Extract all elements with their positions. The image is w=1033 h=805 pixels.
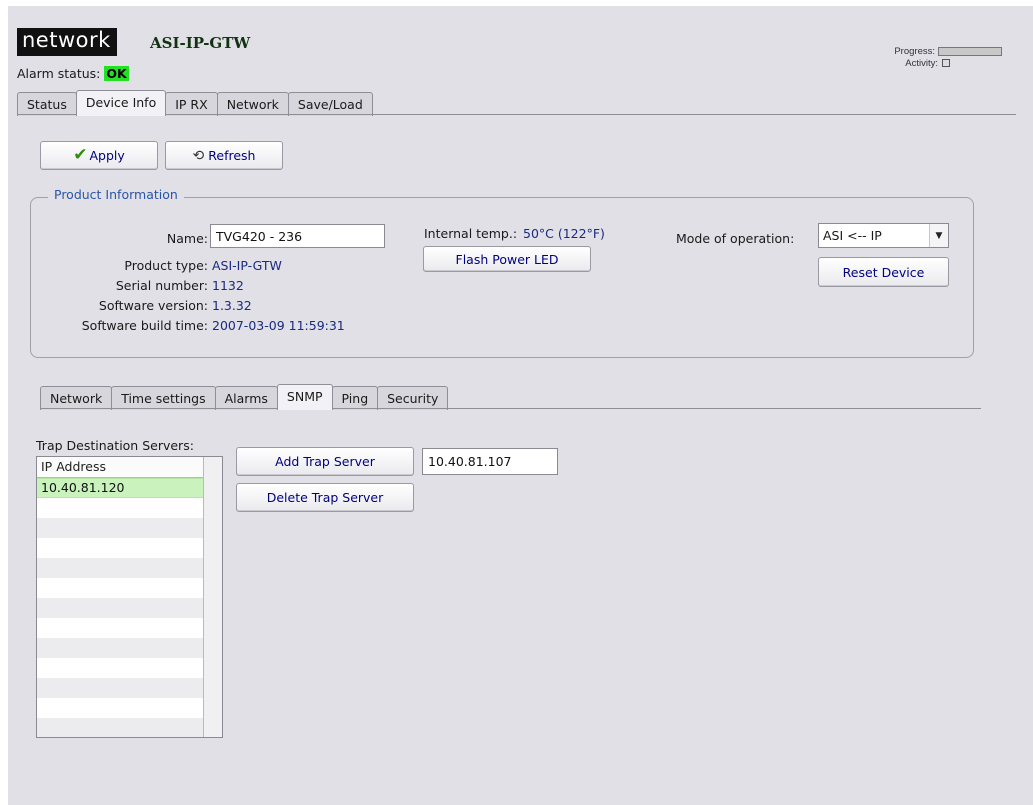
serial-number-label: Serial number: xyxy=(115,278,208,293)
list-item-empty xyxy=(37,558,222,578)
status-indicators: Progress: Activity: xyxy=(894,46,1002,70)
sub-tab-divider xyxy=(40,408,981,409)
serial-number-value: 1132 xyxy=(212,278,244,293)
add-trap-server-button[interactable]: Add Trap Server xyxy=(236,447,414,476)
progress-bar xyxy=(938,46,1002,56)
software-build-time-label: Software build time: xyxy=(81,318,208,333)
mode-of-operation-label: Mode of operation: xyxy=(676,231,795,246)
list-item-empty xyxy=(37,678,222,698)
apply-button-label: Apply xyxy=(89,148,125,163)
mode-of-operation-select[interactable]: ASI <-- IP ▼ xyxy=(818,223,949,248)
progress-label: Progress: xyxy=(894,46,935,57)
tab-save-load[interactable]: Save/Load xyxy=(287,92,373,116)
list-item-empty xyxy=(37,518,222,538)
list-item-empty xyxy=(37,578,222,598)
apply-button[interactable]: ✔ Apply xyxy=(40,141,158,170)
alarm-status-badge: OK xyxy=(104,66,129,81)
alarm-status-label: Alarm status: xyxy=(17,66,101,81)
subtab-alarms[interactable]: Alarms xyxy=(214,386,278,410)
list-item-empty xyxy=(37,658,222,678)
list-item-empty xyxy=(37,598,222,618)
chevron-down-icon[interactable]: ▼ xyxy=(929,224,948,247)
activity-label: Activity: xyxy=(905,58,938,69)
alarm-status: Alarm status: OK xyxy=(17,66,129,81)
list-item-empty xyxy=(37,638,222,658)
refresh-icon: ⟲ xyxy=(192,147,205,164)
checkmark-icon: ✔ xyxy=(73,145,88,165)
subtab-security[interactable]: Security xyxy=(377,386,449,410)
trap-destination-servers-label: Trap Destination Servers: xyxy=(36,438,194,453)
product-type-value: ASI-IP-GTW xyxy=(212,258,282,273)
software-version-value: 1.3.32 xyxy=(212,298,252,313)
subtab-time-settings[interactable]: Time settings xyxy=(111,386,216,410)
software-build-time-value: 2007-03-09 11:59:31 xyxy=(212,318,345,333)
tab-network[interactable]: Network xyxy=(216,92,289,116)
refresh-button-label: Refresh xyxy=(208,148,256,163)
flash-power-led-button[interactable]: Flash Power LED xyxy=(423,246,591,272)
ip-address-column-header[interactable]: IP Address xyxy=(37,457,222,478)
internal-temp-label: Internal temp.: xyxy=(424,226,518,241)
list-item-empty xyxy=(37,538,222,558)
product-type-label: Product type: xyxy=(124,258,208,273)
mode-of-operation-value: ASI <-- IP xyxy=(823,228,882,243)
subtab-ping[interactable]: Ping xyxy=(331,386,379,410)
delete-trap-server-button[interactable]: Delete Trap Server xyxy=(236,483,414,512)
sub-tab-bar: Network Time settings Alarms SNMP Ping S… xyxy=(40,384,449,410)
tab-ip-rx[interactable]: IP RX xyxy=(165,92,218,116)
name-input[interactable]: TVG420 - 236 xyxy=(210,224,385,248)
tab-device-info[interactable]: Device Info xyxy=(75,90,167,116)
network-logo: network xyxy=(17,28,117,56)
main-tab-bar: Status Device Info IP RX Network Save/Lo… xyxy=(17,90,373,116)
subtab-network[interactable]: Network xyxy=(40,386,113,410)
list-item-empty xyxy=(37,718,222,737)
list-item-empty xyxy=(37,618,222,638)
trap-server-list[interactable]: IP Address 10.40.81.120 xyxy=(36,456,223,738)
main-tab-divider xyxy=(17,114,1016,115)
software-version-label: Software version: xyxy=(98,298,208,313)
name-label: Name: xyxy=(166,231,208,246)
list-item-empty xyxy=(37,498,222,518)
activity-indicator xyxy=(942,59,950,68)
refresh-button[interactable]: ⟲ Refresh xyxy=(165,141,283,170)
list-scrollbar[interactable] xyxy=(203,457,222,737)
device-name: ASI-IP-GTW xyxy=(150,34,251,52)
internal-temp-value: 50°C (122°F) xyxy=(523,226,605,241)
product-information-legend: Product Information xyxy=(48,187,184,202)
subtab-snmp[interactable]: SNMP xyxy=(276,384,333,410)
reset-device-button[interactable]: Reset Device xyxy=(818,257,949,287)
trap-server-ip-input[interactable]: 10.40.81.107 xyxy=(422,448,558,475)
list-item-empty xyxy=(37,698,222,718)
list-item[interactable]: 10.40.81.120 xyxy=(37,478,222,498)
tab-status[interactable]: Status xyxy=(17,92,77,116)
